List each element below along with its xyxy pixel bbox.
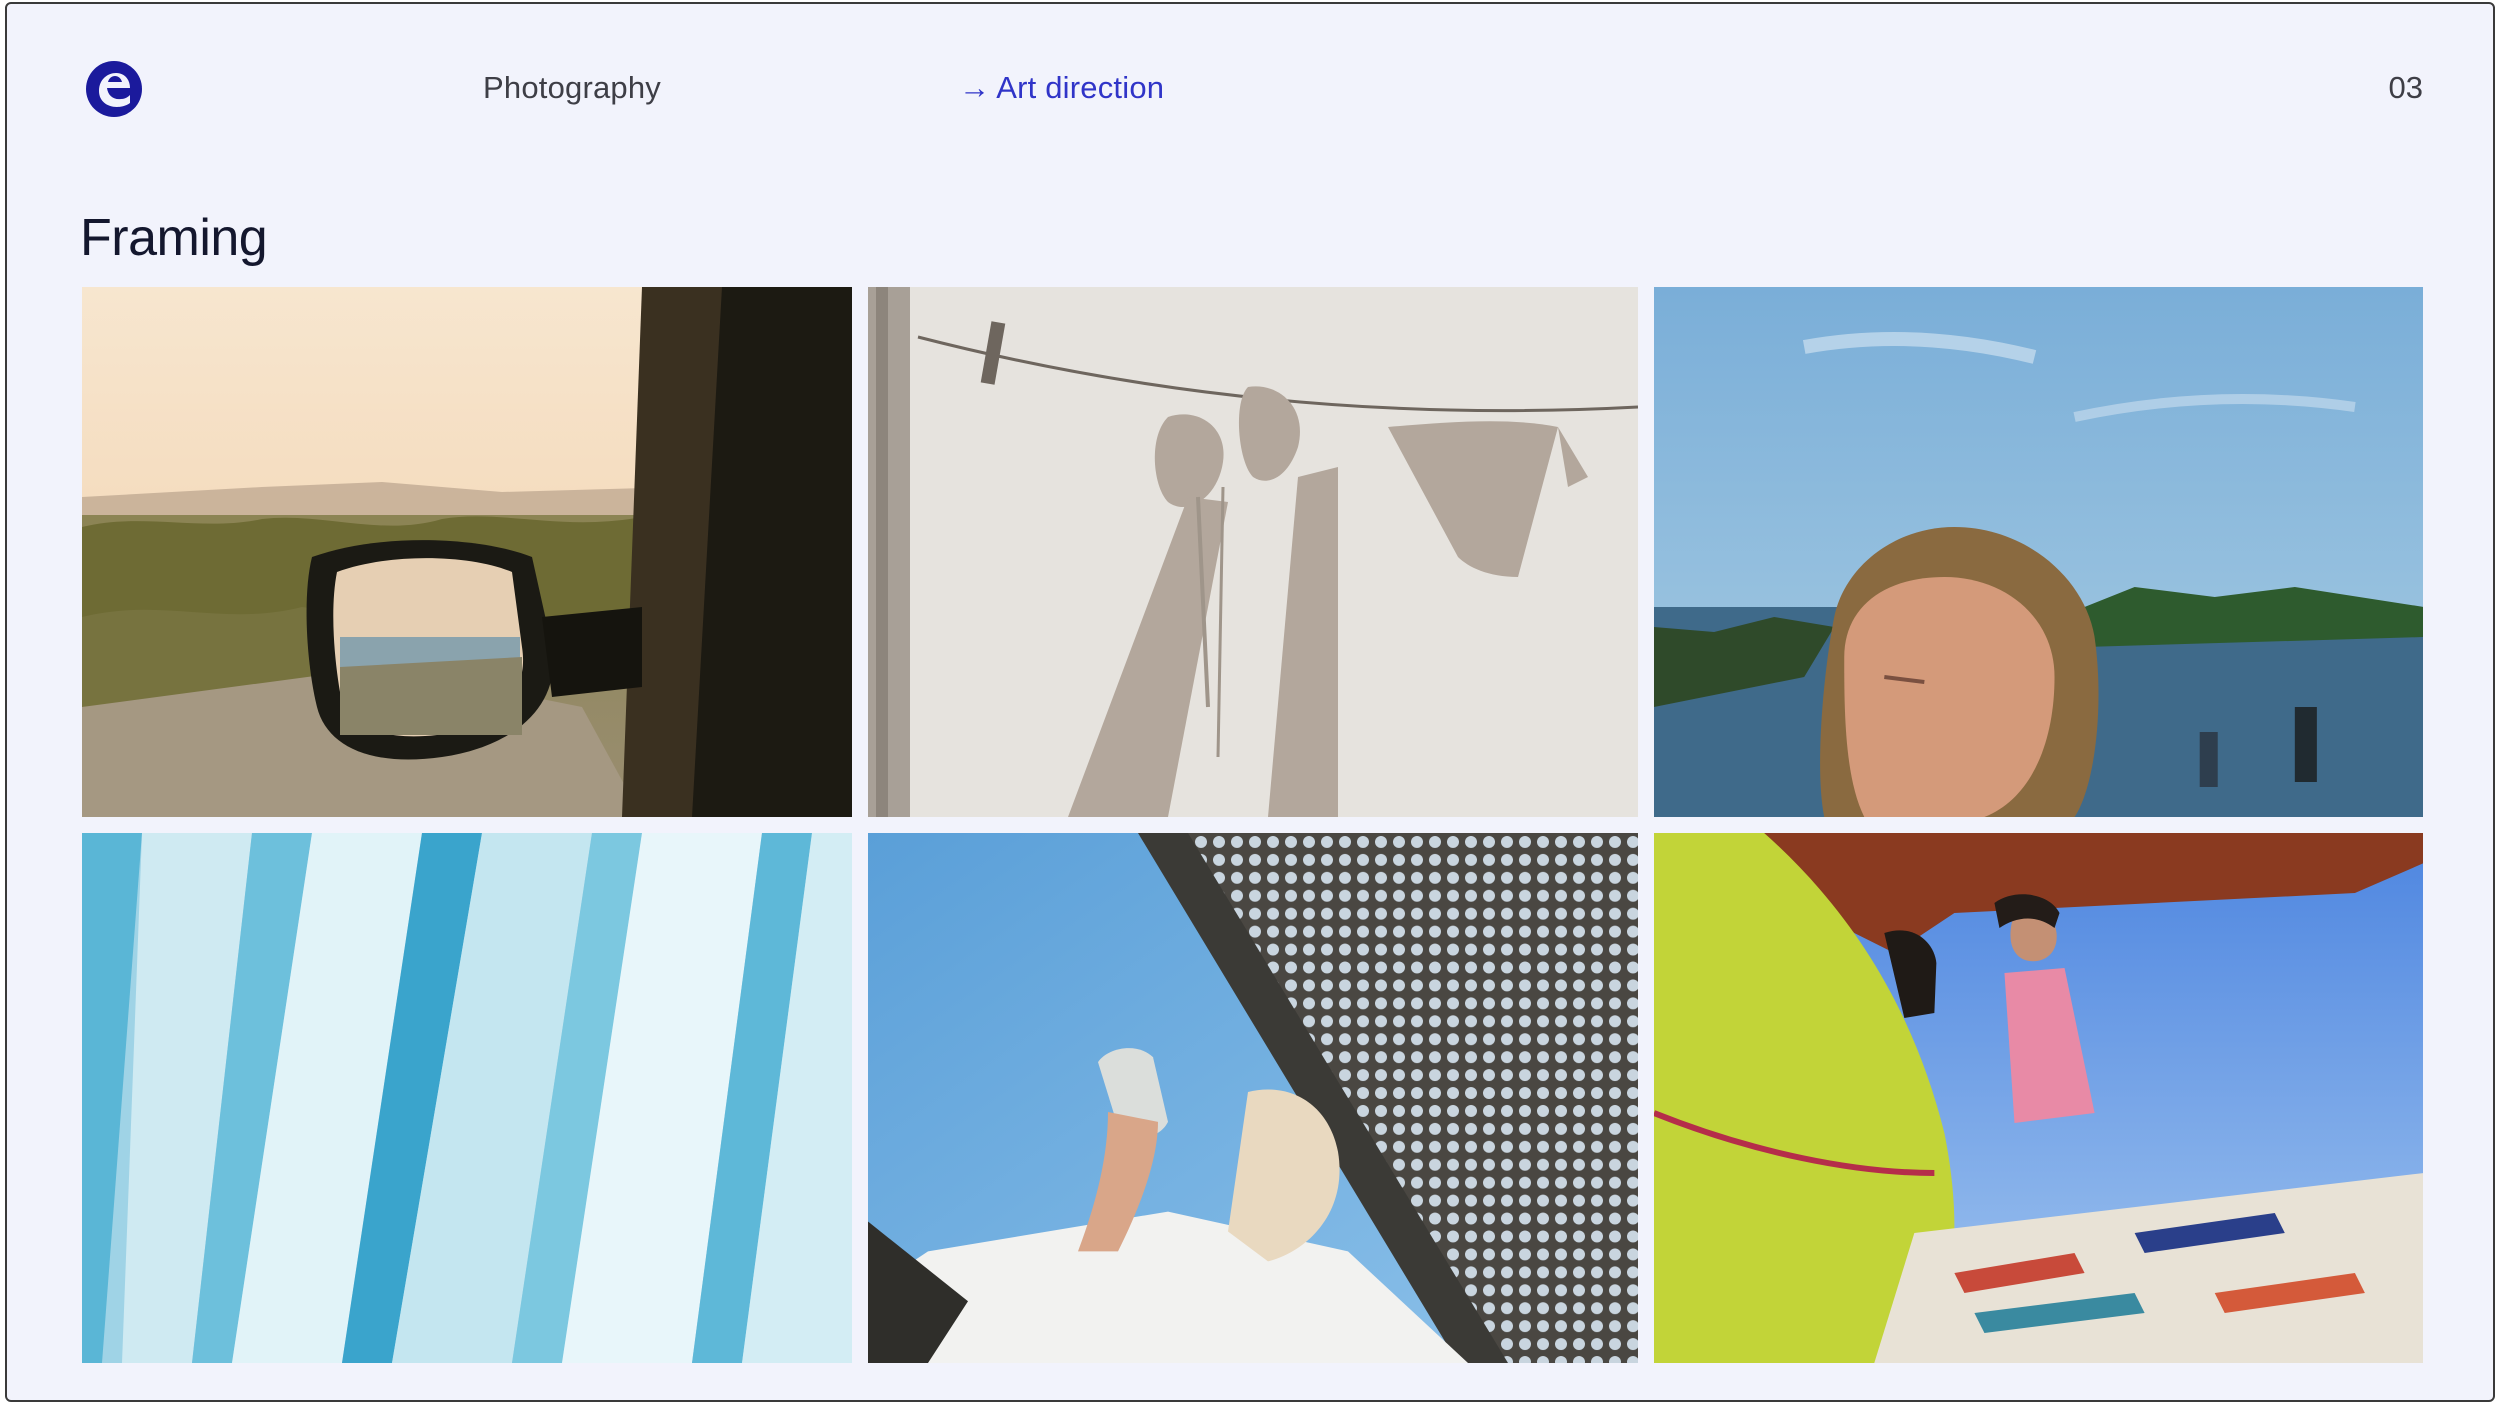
- blue-glacier-ice-photo: [82, 833, 852, 1365]
- clothesline-hands-shadow-photo: [868, 287, 1638, 817]
- arrow-right-icon: →: [959, 70, 991, 105]
- woman-lake-portrait-photo: [1654, 287, 2423, 817]
- car-side-mirror-desert-photo: [82, 287, 852, 817]
- raised-glass-sky-photo: [868, 833, 1638, 1365]
- art-direction-link[interactable]: → Art direction: [959, 70, 1164, 106]
- slide: Photography → Art direction 03 Framing: [5, 2, 2495, 1402]
- section-label: Photography: [483, 70, 661, 105]
- art-direction-label: Art direction: [996, 70, 1165, 105]
- page-number: 03: [2388, 70, 2423, 105]
- surfboard-woman-van-photo: [1654, 833, 2423, 1363]
- brand-logo-icon[interactable]: [85, 60, 143, 118]
- page-title: Framing: [80, 209, 268, 267]
